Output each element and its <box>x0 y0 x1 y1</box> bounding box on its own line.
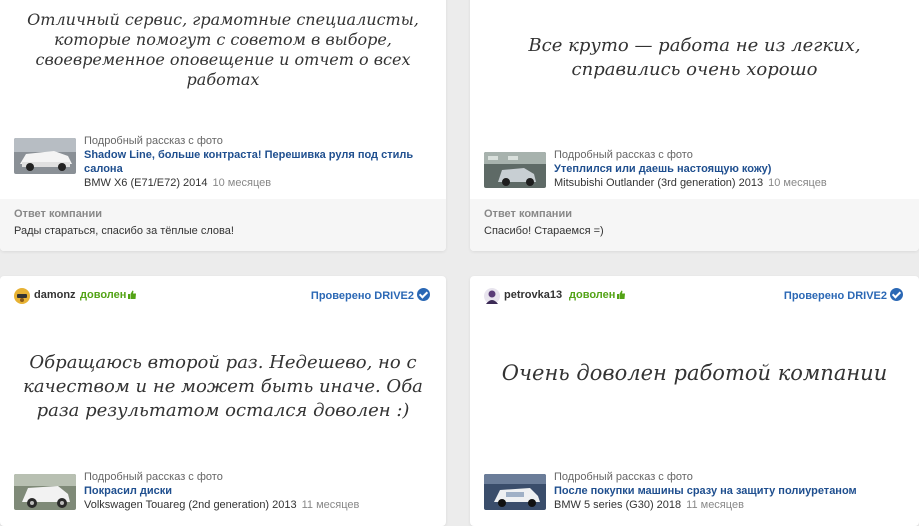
review-card: Отличный сервис, грамотные специалисты, … <box>0 0 446 251</box>
verified-label: Проверено DRIVE2 <box>783 290 887 302</box>
thumbs-up-icon <box>617 290 626 299</box>
story-caption: Подробный рассказ с фото <box>84 471 223 483</box>
verified-badge: Проверено DRIVE2 <box>311 288 430 304</box>
car-model: BMW 5 series (G30) 2018 <box>554 499 682 511</box>
car-model: Mitsubishi Outlander (3rd generation) 20… <box>554 177 764 189</box>
check-icon <box>417 288 430 301</box>
avatar[interactable] <box>14 288 30 304</box>
story-title-link[interactable]: После покупки машины сразу на защиту пол… <box>554 484 909 498</box>
review-header: petrovka13 доволен Проверено DRIVE2 <box>484 288 903 304</box>
company-reply-title: Ответ компании <box>484 208 572 220</box>
company-reply-text: Спасибо! Стараемся =) <box>484 225 604 237</box>
verdict-positive: доволен <box>569 289 626 301</box>
story-preview[interactable]: Подробный рассказ с фото Утеплился или д… <box>484 148 909 192</box>
review-quote: Отличный сервис, грамотные специалисты, … <box>27 10 419 89</box>
story-time: 11 месяцев <box>301 499 360 511</box>
story-caption: Подробный рассказ с фото <box>554 471 693 483</box>
story-time: 11 месяцев <box>686 499 744 511</box>
story-thumbnail[interactable] <box>484 152 546 188</box>
story-title-link[interactable]: Shadow Line, больше контраста! Перешивка… <box>84 148 436 176</box>
username-link[interactable]: petrovka13 <box>504 289 562 301</box>
car-model: Volkswagen Touareg (2nd generation) 2013 <box>84 499 297 511</box>
company-reply: Ответ компании Спасибо! Стараемся =) <box>470 199 919 251</box>
thumbs-up-icon <box>128 290 137 299</box>
story-time: 10 месяцев <box>768 177 827 189</box>
verdict-label: доволен <box>80 289 127 301</box>
story-preview[interactable]: Подробный рассказ с фото Shadow Line, бо… <box>14 134 436 189</box>
review-card: petrovka13 доволен Проверено DRIVE2 Очен… <box>470 276 919 526</box>
verdict-label: доволен <box>569 289 616 301</box>
review-card: Все круто — работа не из легких, справил… <box>470 0 919 251</box>
car-model: BMW X6 (E71/E72) 2014 <box>84 177 208 189</box>
verified-label: Проверено DRIVE2 <box>310 290 414 302</box>
story-caption: Подробный рассказ с фото <box>84 135 223 147</box>
verified-badge: Проверено DRIVE2 <box>784 288 903 304</box>
story-caption: Подробный рассказ с фото <box>554 149 693 161</box>
review-quote: Очень доволен работой компании <box>501 361 888 385</box>
company-reply: Ответ компании Рады стараться, спасибо з… <box>0 199 446 251</box>
verdict-positive: доволен <box>80 289 137 301</box>
company-reply-text: Рады стараться, спасибо за тёплые слова! <box>14 225 234 237</box>
story-preview[interactable]: Подробный рассказ с фото После покупки м… <box>484 470 909 514</box>
story-title-link[interactable]: Утеплился или даешь настоящую кожу) <box>554 162 909 176</box>
check-icon <box>890 288 903 301</box>
review-card: damonz доволен Проверено DRIVE2 Обращаюс… <box>0 276 446 526</box>
review-header: damonz доволен Проверено DRIVE2 <box>14 288 430 304</box>
avatar[interactable] <box>484 288 500 304</box>
story-thumbnail[interactable] <box>14 138 76 174</box>
review-quote: Все круто — работа не из легких, справил… <box>528 35 861 80</box>
story-time: 10 месяцев <box>212 177 272 189</box>
story-preview[interactable]: Подробный рассказ с фото Покрасил диски … <box>14 470 436 514</box>
story-thumbnail[interactable] <box>14 474 76 510</box>
story-title-link[interactable]: Покрасил диски <box>84 484 436 498</box>
company-reply-title: Ответ компании <box>14 208 102 220</box>
username-link[interactable]: damonz <box>34 289 76 301</box>
story-thumbnail[interactable] <box>484 474 546 510</box>
review-quote: Обращаюсь второй раз. Недешево, но с кач… <box>23 352 423 421</box>
